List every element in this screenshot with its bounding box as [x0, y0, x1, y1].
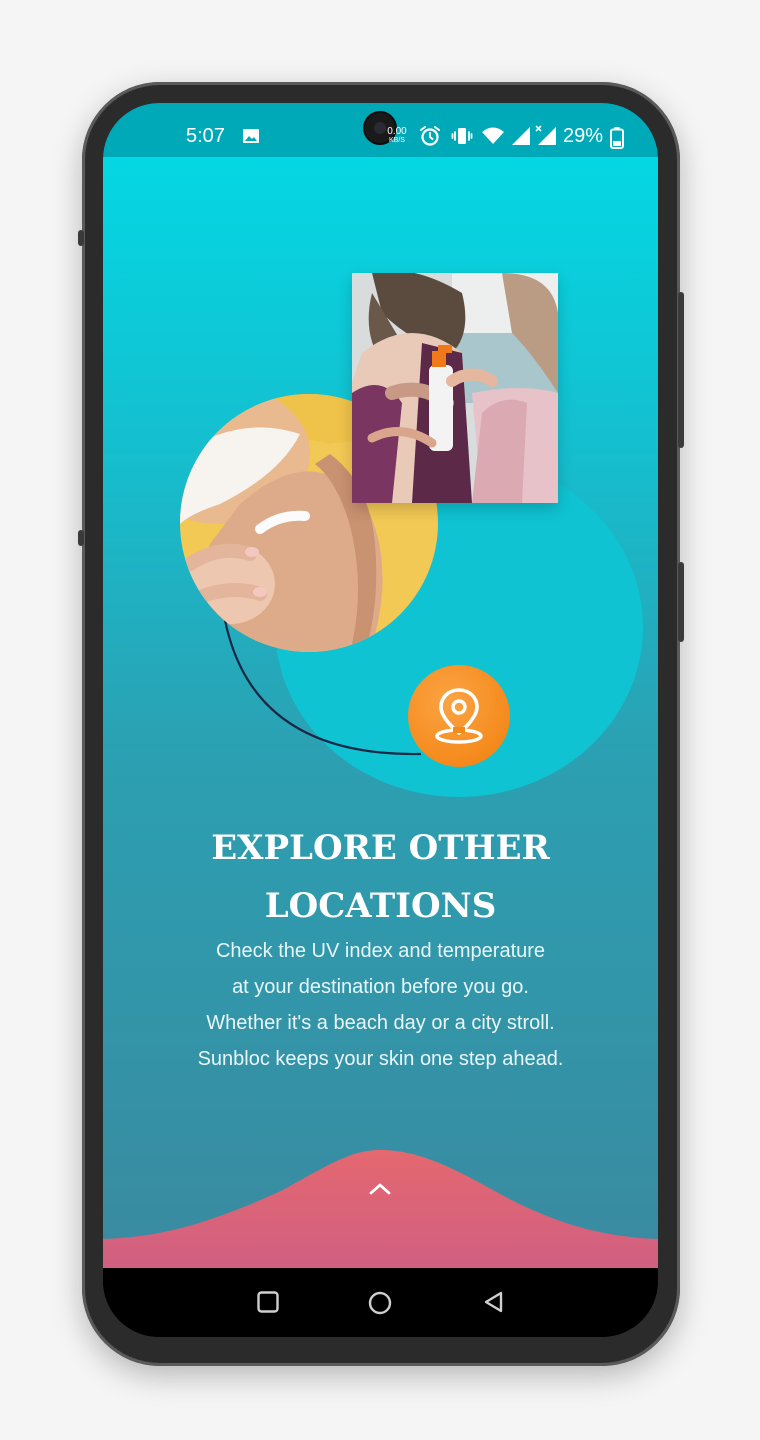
bottom-wave[interactable] — [103, 1142, 658, 1268]
description-text: Check the UV index and temperature at yo… — [143, 933, 618, 1077]
title-line-2: LOCATIONS — [264, 886, 497, 926]
image-icon — [243, 129, 259, 143]
network-speed-unit: KB/S — [389, 137, 405, 144]
spray-sunscreen-on-back-photo — [352, 273, 558, 503]
network-speed-value: 0.00 — [387, 126, 407, 137]
description-line: Whether it's a beach day or a city strol… — [206, 1012, 555, 1034]
home-circle-icon[interactable] — [367, 1290, 393, 1316]
alarm-icon — [420, 126, 440, 146]
left-side-button — [78, 230, 84, 246]
location-badge — [408, 665, 510, 767]
recents-square-icon[interactable] — [256, 1290, 280, 1314]
description-line: Sunbloc keeps your skin one step ahead. — [197, 1048, 564, 1070]
device-screen: 5:07 0.00 KB/S 29% EXPLORE OTHER LOCATIO… — [103, 103, 658, 1337]
left-side-button-2 — [78, 530, 84, 546]
title-line-1: EXPLORE OTHER — [211, 828, 550, 868]
page-title: EXPLORE OTHER LOCATIONS — [103, 819, 658, 935]
power-button — [678, 562, 684, 642]
battery-percent: 29% — [563, 125, 604, 147]
location-pin-icon — [435, 688, 483, 744]
signal-icon — [512, 127, 530, 145]
wifi-icon — [482, 127, 504, 144]
volume-button — [678, 292, 684, 448]
network-speed: 0.00 KB/S — [385, 127, 409, 145]
description-line: Check the UV index and temperature — [215, 940, 546, 962]
status-time: 5:07 — [186, 125, 225, 147]
back-triangle-icon[interactable] — [482, 1290, 506, 1314]
battery-icon — [610, 127, 624, 149]
chevron-up-icon[interactable] — [366, 1177, 394, 1199]
description-line: at your destination before you go. — [232, 976, 529, 998]
status-bar: 5:07 0.00 KB/S 29% — [103, 103, 658, 157]
system-nav-bar — [103, 1268, 658, 1337]
signal-x-icon — [535, 125, 556, 145]
vibrate-icon — [451, 128, 473, 144]
onboarding-screen: EXPLORE OTHER LOCATIONS Check the UV ind… — [103, 157, 658, 1268]
